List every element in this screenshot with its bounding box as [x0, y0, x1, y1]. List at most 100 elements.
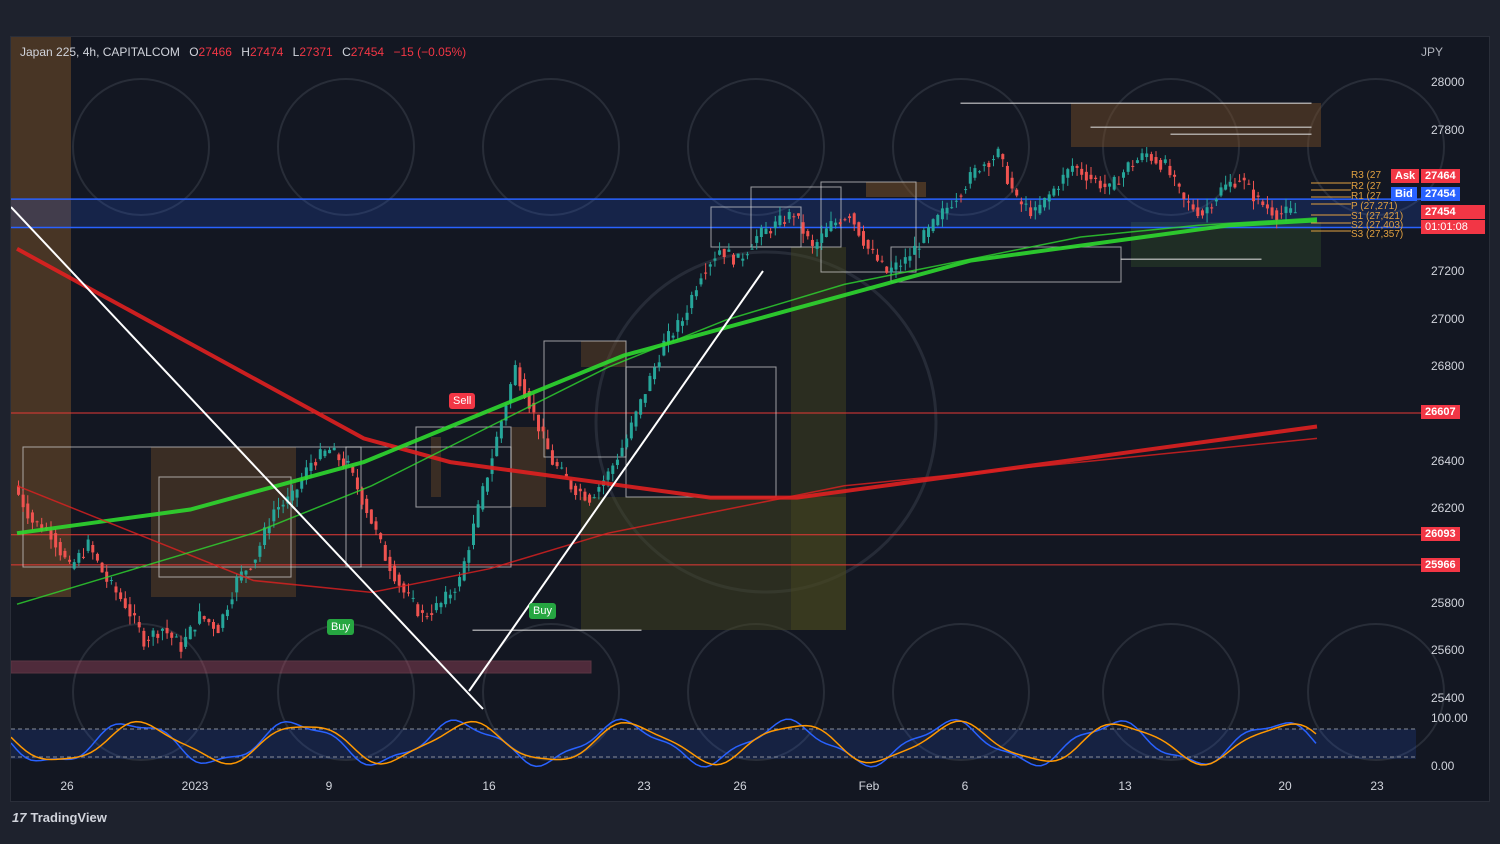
- date-tick: 20: [1278, 779, 1292, 793]
- price-tick: 26200: [1431, 501, 1465, 515]
- candle: [968, 172, 972, 184]
- candle: [1284, 206, 1288, 214]
- candle: [810, 239, 814, 246]
- candle: [434, 603, 438, 611]
- candle: [1145, 153, 1149, 158]
- candle: [574, 485, 578, 496]
- candle: [996, 148, 1000, 158]
- candle: [119, 592, 123, 600]
- candle: [188, 626, 192, 640]
- candle: [63, 550, 67, 558]
- candle: [578, 488, 582, 492]
- brand-label: TradingView: [30, 810, 107, 825]
- high-value: 27474: [249, 45, 284, 59]
- low-value: 27371: [299, 45, 333, 59]
- tradingview-brand[interactable]: 17 TradingView: [12, 810, 107, 825]
- range-box: [960, 102, 1312, 104]
- candle: [225, 609, 229, 617]
- candle: [676, 320, 680, 332]
- buy-signal[interactable]: Buy: [529, 603, 556, 619]
- buy-signal[interactable]: Buy: [327, 619, 354, 635]
- candle: [235, 577, 239, 593]
- candle: [625, 438, 629, 448]
- candle: [653, 367, 657, 380]
- candle: [1177, 183, 1181, 187]
- candle: [1173, 174, 1177, 177]
- candle: [834, 222, 838, 226]
- candle: [82, 556, 85, 558]
- candle: [374, 521, 378, 530]
- range-box: [1090, 126, 1312, 128]
- oscillator-tick: 0.00: [1431, 759, 1455, 773]
- candle: [1289, 208, 1293, 213]
- trendline-down: [11, 206, 484, 710]
- candle: [1098, 180, 1102, 189]
- candle: [1252, 189, 1255, 202]
- price-tick: 25600: [1431, 643, 1465, 657]
- high-label: H: [241, 45, 250, 59]
- symbol-name[interactable]: Japan 225, 4h, CAPITALCOM: [20, 45, 180, 59]
- candle: [713, 258, 717, 261]
- change-value: −15 (−0.05%): [393, 45, 467, 59]
- price-tick: 25800: [1431, 596, 1465, 610]
- candle: [444, 591, 448, 605]
- candle: [569, 479, 573, 490]
- watermark-seal: [72, 78, 210, 216]
- candle: [699, 278, 703, 285]
- candle: [643, 394, 647, 403]
- candle: [629, 422, 633, 439]
- candle: [639, 399, 643, 415]
- candle: [927, 227, 930, 237]
- candle: [476, 504, 480, 528]
- shaded-zone: [866, 182, 926, 197]
- candle: [588, 494, 592, 503]
- candle: [1103, 183, 1107, 188]
- sell-signal[interactable]: Sell: [449, 393, 476, 409]
- candle: [982, 164, 986, 166]
- candle: [620, 447, 624, 457]
- candle: [485, 477, 489, 492]
- candle: [462, 561, 466, 581]
- shaded-zone: [11, 37, 71, 597]
- candle: [560, 467, 564, 469]
- last-price-tag: 27454: [1421, 205, 1485, 219]
- candle: [769, 231, 773, 234]
- candle: [453, 591, 457, 593]
- pivot-label: R3 (27: [1351, 170, 1382, 181]
- candle: [1005, 165, 1009, 184]
- candle: [843, 219, 847, 221]
- candle: [1242, 177, 1246, 181]
- candle: [448, 594, 452, 599]
- close-label: C: [342, 45, 351, 59]
- watermark-seal: [482, 78, 620, 216]
- price-tick: 27200: [1431, 264, 1465, 278]
- candle: [439, 603, 443, 608]
- candle: [555, 462, 559, 467]
- candle: [1061, 174, 1065, 184]
- candle: [537, 414, 540, 432]
- candle: [467, 550, 471, 563]
- candle: [253, 559, 257, 563]
- candle: [936, 214, 940, 226]
- candle: [1019, 201, 1023, 205]
- watermark-seal: [687, 78, 825, 216]
- candle: [880, 260, 884, 262]
- candle: [797, 213, 800, 216]
- candle: [147, 639, 150, 641]
- price-tick: 26800: [1431, 359, 1465, 373]
- candle: [820, 233, 824, 243]
- candle: [54, 533, 58, 548]
- candle: [1149, 154, 1153, 161]
- candle: [736, 253, 740, 258]
- candle: [1275, 210, 1279, 221]
- candle: [1219, 187, 1223, 196]
- candle: [114, 586, 118, 593]
- candle: [221, 614, 225, 628]
- date-tick: 26: [60, 779, 74, 793]
- candle: [848, 216, 852, 219]
- chart-svg[interactable]: [11, 37, 1489, 801]
- candle: [258, 545, 262, 557]
- open-value: 27466: [198, 45, 232, 59]
- chart-area[interactable]: Japan 225, 4h, CAPITALCOM O27466 H27474 …: [10, 36, 1490, 802]
- candle: [1084, 171, 1088, 181]
